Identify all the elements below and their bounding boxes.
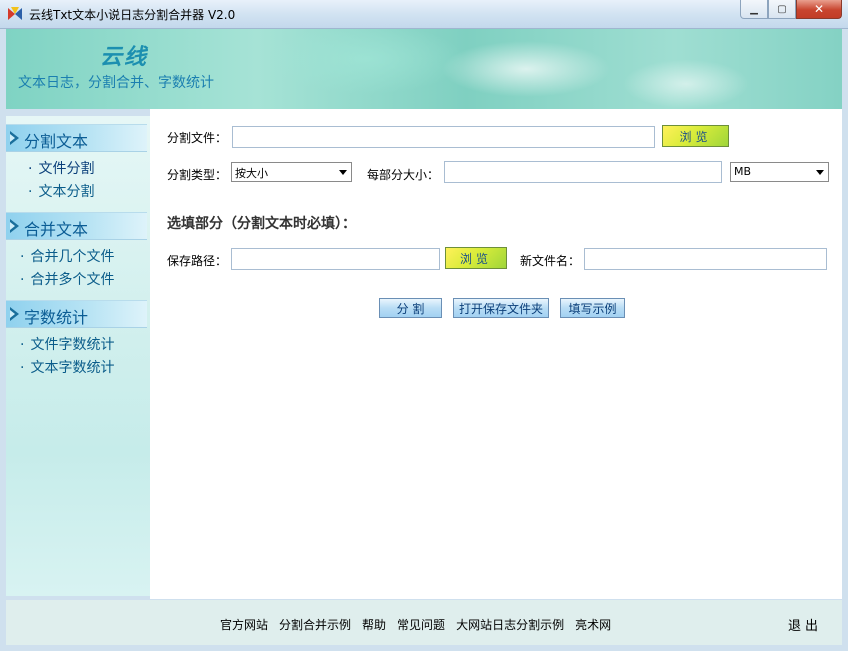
- split-type-select[interactable]: 按大小: [231, 162, 352, 182]
- sidebar-item-text-split[interactable]: · 文本分割: [28, 181, 94, 201]
- footer: 官方网站 分割合并示例 帮助 常见问题 大网站日志分割示例 亮术网 退出: [6, 600, 842, 645]
- part-size-input[interactable]: [444, 161, 722, 183]
- app-logo-icon: [8, 7, 22, 20]
- new-name-input[interactable]: [584, 248, 827, 270]
- triangle-arrow-icon: [10, 307, 19, 321]
- window-title: 云线Txt文本小说日志分割合并器 V2.0: [29, 8, 236, 22]
- triangle-arrow-icon: [10, 131, 19, 145]
- main-panel: 分割文件： 浏览 分割类型： 按大小 每部分大小： MB 选填部分（分割文本时必…: [150, 109, 842, 599]
- split-file-label: 分割文件：: [167, 131, 228, 145]
- sidebar-section-label: 分割文本: [24, 132, 89, 151]
- sidebar-item-merge-many[interactable]: · 合并多个文件: [20, 269, 114, 289]
- close-button[interactable]: ✕: [796, 0, 842, 19]
- triangle-arrow-icon: [10, 219, 19, 233]
- save-path-label: 保存路径：: [167, 254, 228, 268]
- optional-section-title: 选填部分（分割文本时必填）：: [167, 216, 356, 232]
- browse-path-button[interactable]: 浏览: [445, 247, 507, 269]
- sidebar-item-file-split[interactable]: · 文件分割: [28, 158, 94, 178]
- exit-button[interactable]: 退出: [788, 615, 822, 634]
- footer-link-split-merge-example[interactable]: 分割合并示例: [279, 616, 351, 633]
- chevron-down-icon: [816, 170, 824, 175]
- footer-link-liangshu[interactable]: 亮术网: [575, 616, 611, 633]
- banner: 云线 文本日志，分割合并、字数统计: [6, 29, 842, 109]
- footer-links: 官方网站 分割合并示例 帮助 常见问题 大网站日志分割示例 亮术网: [220, 616, 622, 633]
- footer-link-help[interactable]: 帮助: [362, 616, 386, 633]
- sidebar-item-file-count[interactable]: · 文件字数统计: [20, 334, 114, 354]
- footer-link-log-split-example[interactable]: 大网站日志分割示例: [456, 616, 564, 633]
- sidebar-section-split[interactable]: 分割文本: [6, 124, 147, 152]
- sidebar-section-label: 合并文本: [24, 220, 89, 239]
- banner-logo: 云线: [100, 44, 149, 70]
- open-folder-button[interactable]: 打开保存文件夹: [453, 298, 549, 318]
- banner-subtitle: 文本日志，分割合并、字数统计: [18, 75, 214, 91]
- part-size-label: 每部分大小：: [367, 168, 440, 182]
- sidebar-item-text-count[interactable]: · 文本字数统计: [20, 357, 114, 377]
- close-icon: ✕: [813, 2, 825, 16]
- minimize-button[interactable]: ▁: [740, 0, 768, 19]
- sidebar-section-label: 字数统计: [24, 308, 89, 327]
- footer-link-official-site[interactable]: 官方网站: [220, 616, 268, 633]
- footer-link-faq[interactable]: 常见问题: [397, 616, 445, 633]
- save-path-input[interactable]: [231, 248, 440, 270]
- split-type-label: 分割类型：: [167, 168, 228, 182]
- minimize-icon: ▁: [750, 3, 758, 15]
- fill-example-button[interactable]: 填写示例: [560, 298, 625, 318]
- split-button[interactable]: 分 割: [379, 298, 442, 318]
- sidebar-item-merge-few[interactable]: · 合并几个文件: [20, 246, 114, 266]
- size-unit-select[interactable]: MB: [730, 162, 829, 182]
- sidebar-section-count[interactable]: 字数统计: [6, 300, 147, 328]
- maximize-icon: ▢: [777, 3, 787, 15]
- browse-file-button[interactable]: 浏览: [662, 125, 729, 147]
- sidebar: 分割文本 · 文件分割 · 文本分割 合并文本 · 合并几个文件 · 合并多个文件 字数…: [6, 116, 150, 596]
- chevron-down-icon: [339, 170, 347, 175]
- new-name-label: 新文件名：: [520, 254, 581, 268]
- title-bar: 云线Txt文本小说日志分割合并器 V2.0 ▁ ▢ ✕: [0, 0, 848, 29]
- maximize-button[interactable]: ▢: [768, 0, 796, 19]
- split-file-input[interactable]: [232, 126, 655, 148]
- sidebar-section-merge[interactable]: 合并文本: [6, 212, 147, 240]
